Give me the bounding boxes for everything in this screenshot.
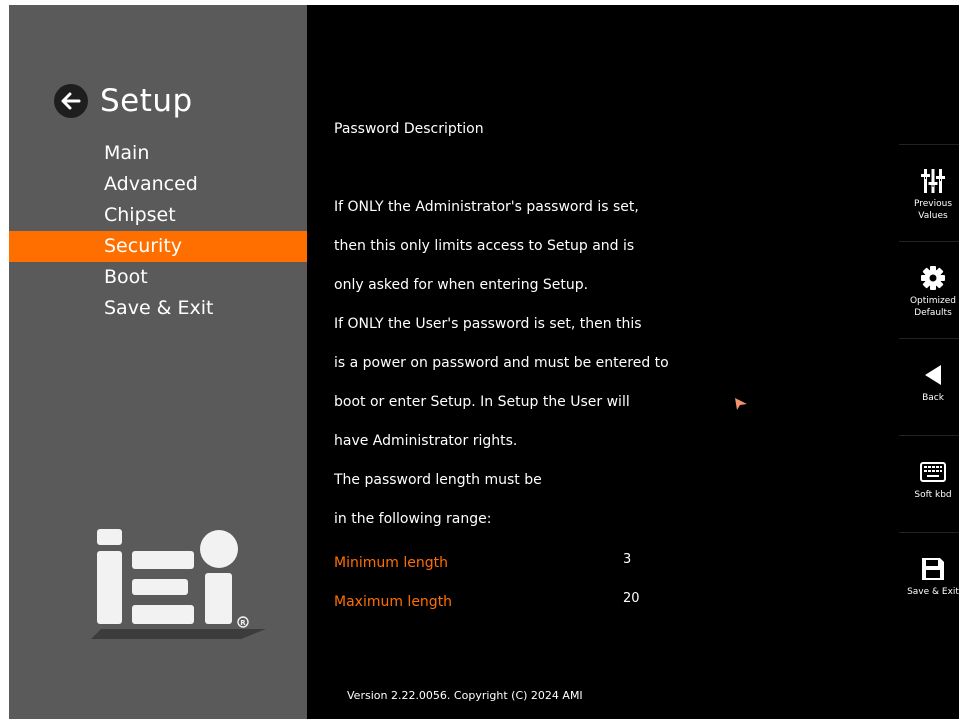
maximum-length-label: Maximum length: [334, 594, 453, 610]
help-line: The password length must be: [334, 472, 542, 488]
minimum-length-value: 3: [623, 552, 632, 567]
save-exit-button[interactable]: Save & Exit: [899, 532, 959, 629]
previous-values-label: Previous Values: [913, 199, 953, 221]
setup-header: Setup: [54, 83, 193, 119]
range-row-minimum: Minimum length 3: [334, 552, 734, 591]
version-text: Version 2.22.0056. Copyright (C) 2024 AM…: [347, 689, 583, 702]
previous-values-button[interactable]: Previous Values: [899, 144, 959, 241]
keyboard-icon: [920, 462, 946, 482]
optimized-defaults-label: Optimized Defaults: [909, 296, 957, 318]
menu-item-advanced[interactable]: Advanced: [9, 169, 307, 200]
save-exit-label: Save & Exit: [907, 587, 959, 597]
help-line: is a power on password and must be enter…: [334, 355, 669, 371]
svg-text:R: R: [240, 619, 246, 627]
right-toolbar: Previous Values Optimized Defaults Back: [899, 5, 959, 719]
help-line: in the following range:: [334, 511, 492, 527]
menu-item-security[interactable]: Security: [9, 231, 307, 262]
menu-item-save-exit[interactable]: Save & Exit: [9, 293, 307, 324]
help-line: boot or enter Setup. In Setup the User w…: [334, 394, 630, 410]
help-line: If ONLY the User's password is set, then…: [334, 316, 642, 332]
range-row-maximum: Maximum length 20: [334, 591, 734, 630]
help-title: Password Description: [334, 121, 484, 137]
help-line: have Administrator rights.: [334, 433, 518, 449]
setup-menu: Main Advanced Chipset Security Boot Save…: [9, 138, 307, 324]
help-line: If ONLY the Administrator's password is …: [334, 199, 639, 215]
back-triangle-icon: [925, 365, 941, 385]
password-range: Minimum length 3 Maximum length 20: [334, 552, 734, 630]
soft-keyboard-label: Soft kbd: [914, 490, 952, 500]
back-arrow-icon[interactable]: [54, 84, 88, 118]
floppy-disk-icon: [922, 558, 944, 580]
minimum-length-label: Minimum length: [334, 555, 448, 571]
maximum-length-value: 20: [623, 591, 640, 606]
bios-screen: Setup Main Advanced Chipset Security Boo…: [9, 5, 959, 719]
menu-item-main[interactable]: Main: [9, 138, 307, 169]
optimized-defaults-button[interactable]: Optimized Defaults: [899, 241, 959, 338]
back-label: Back: [922, 393, 944, 403]
help-panel: Password Description If ONLY the Adminis…: [307, 5, 899, 719]
iei-logo: R: [91, 529, 266, 639]
menu-item-chipset[interactable]: Chipset: [9, 200, 307, 231]
menu-item-boot[interactable]: Boot: [9, 262, 307, 293]
help-line: then this only limits access to Setup an…: [334, 238, 635, 254]
sidebar: Setup Main Advanced Chipset Security Boo…: [9, 5, 307, 719]
back-button[interactable]: Back: [899, 338, 959, 435]
gear-icon: [921, 266, 945, 290]
sliders-icon: [921, 169, 945, 193]
mouse-cursor-icon: [735, 398, 747, 410]
setup-title: Setup: [100, 83, 193, 119]
help-description: If ONLY the Administrator's password is …: [334, 197, 669, 548]
help-line: only asked for when entering Setup.: [334, 277, 589, 293]
soft-keyboard-button[interactable]: Soft kbd: [899, 435, 959, 532]
